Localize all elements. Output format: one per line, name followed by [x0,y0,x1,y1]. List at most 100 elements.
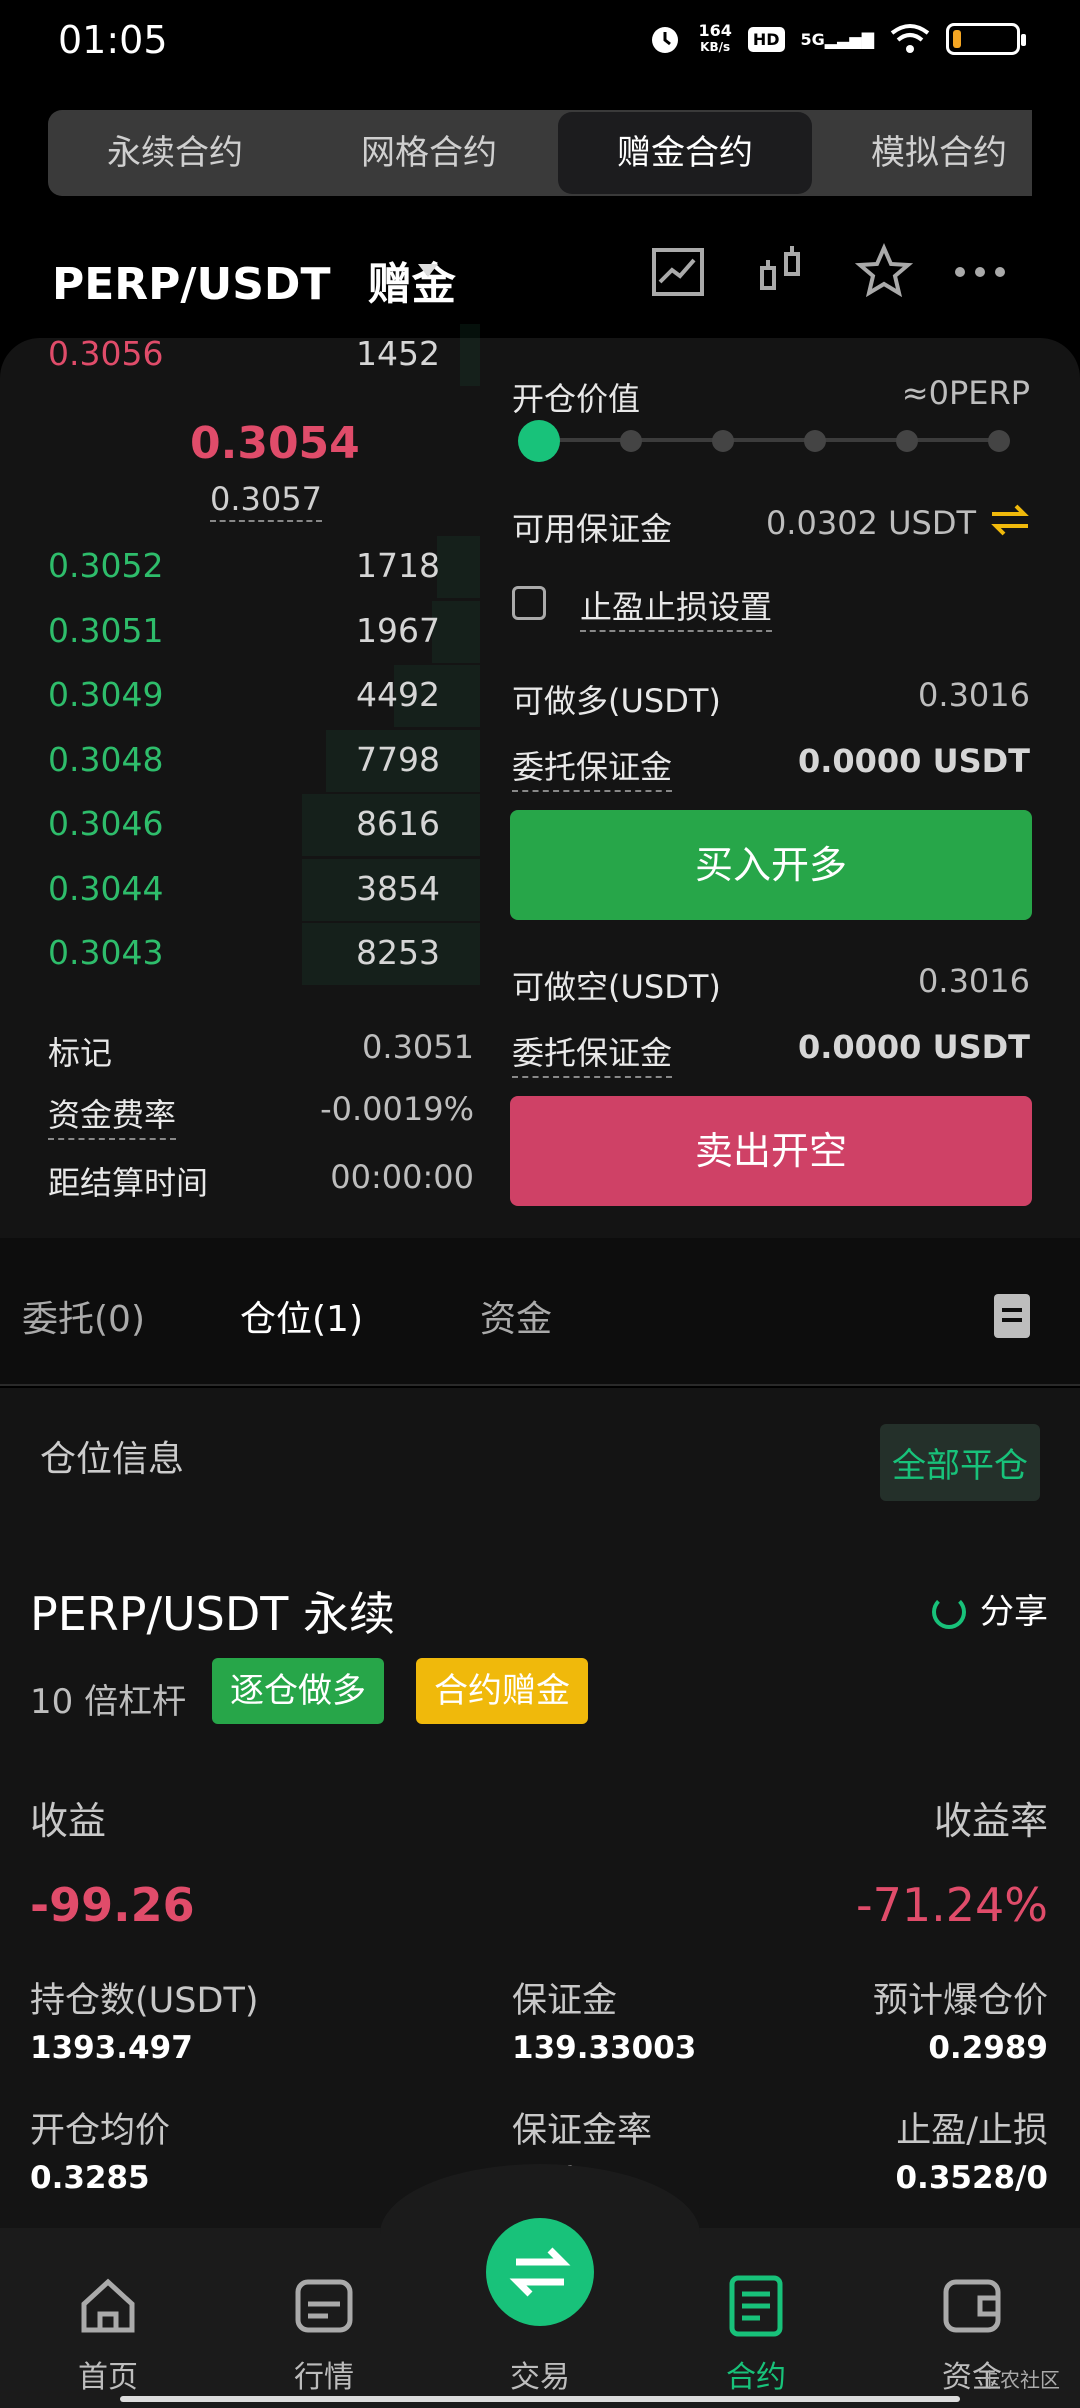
pair-name: PERP/USDT [52,259,331,310]
watermark: 卡农社区 [980,2368,1060,2392]
bid-row[interactable]: 0.3049 4492 [0,663,480,729]
bid-depth-bar [437,536,480,598]
contract-name: PERP/USDT 永续 [30,1587,396,1641]
mark-label: 标记 [48,1034,113,1072]
bid-qty: 8253 [356,933,440,972]
document-icon[interactable] [994,1294,1030,1338]
contract-icon [729,2275,783,2337]
nav-home-label: 首页 [78,2360,138,2395]
battery-level [953,30,961,48]
bid-row[interactable]: 0.3052 1718 [0,534,480,600]
slider-step[interactable] [712,430,734,452]
tpsl-checkbox[interactable] [512,586,546,620]
share-icon [932,1595,966,1629]
bid-price: 0.3043 [48,933,164,972]
slider-step[interactable] [804,430,826,452]
chart-icon[interactable] [648,242,708,302]
caret-down-icon[interactable] [418,264,438,277]
ask-depth-bar [460,324,480,386]
bid-row[interactable]: 0.3048 7798 [0,728,480,794]
position-panel: 仓位信息 全部平仓 PERP/USDT 永续 分享 10 倍杠杆 逐仓做多 合约… [0,1388,1080,2248]
close-all-button[interactable]: 全部平仓 [880,1424,1040,1501]
tab-positions[interactable]: 仓位(1) [240,1290,363,1342]
bid-price: 0.3052 [48,546,164,585]
signal-icon: 5G▂▃▅▇ [800,29,874,49]
bid-row[interactable]: 0.3044 3854 [0,857,480,923]
bonus-badge: 合约赠金 [416,1658,588,1724]
candlestick-icon[interactable] [752,242,812,302]
buy-long-button[interactable]: 买入开多 [510,810,1032,920]
share-label: 分享 [980,1592,1048,1632]
short-margin-label[interactable]: 委托保证金 [512,1028,673,1078]
side-badge: 逐仓做多 [212,1658,384,1724]
network-type: 5G [800,29,825,49]
pair-selector[interactable]: PERP/USDT 赠金 [52,248,456,312]
transfer-icon[interactable] [988,500,1032,540]
nav-trade[interactable]: 交易 [432,2218,648,2408]
slider-step[interactable] [988,430,1010,452]
pair-header: PERP/USDT 赠金 [0,230,1080,314]
sell-short-button[interactable]: 卖出开空 [510,1096,1032,1206]
wifi-icon [890,24,930,53]
short-available-label: 可做空(USDT) [512,968,721,1006]
nav-market-label: 行情 [294,2360,354,2395]
available-margin-value: 0.0302 USDT [765,504,976,542]
long-margin-value: 0.0000 USDT [797,742,1030,780]
bid-row[interactable]: 0.3043 8253 [0,921,480,987]
mark-value: 0.3051 [362,1028,474,1066]
tab-funds[interactable]: 资金 [480,1290,552,1342]
slider-step[interactable] [896,430,918,452]
size-value: 1393.497 [30,2030,193,2066]
mark-price[interactable]: 0.3057 [210,480,322,522]
slider-knob[interactable] [518,420,560,462]
status-time: 01:05 [58,18,168,62]
tab-orders[interactable]: 委托(0) [22,1290,145,1342]
home-icon [81,2278,135,2333]
tab-perpetual[interactable]: 永续合约 [48,110,302,196]
tab-bonus[interactable]: 赠金合约 [558,112,812,194]
bid-qty: 4492 [356,675,440,714]
margin-value: 139.33003 [512,2030,697,2066]
share-button[interactable]: 分享 [932,1584,1048,1633]
settle-time-label: 距结算时间 [48,1164,209,1202]
nav-market[interactable]: 行情 [216,2228,432,2408]
contract-type-tabs: 永续合约 网格合约 赠金合约 模拟合约 [48,110,1032,196]
long-available-value: 0.3016 [918,676,1030,714]
home-indicator[interactable] [120,2396,960,2402]
trade-button[interactable] [486,2218,594,2326]
ask-row[interactable]: 0.3056 1452 [0,322,480,388]
tpsl-settings-label[interactable]: 止盈止损设置 [580,582,773,632]
net-speed: 164 KB/s [698,22,731,56]
bottom-nav: 首页 行情 交易 合约 资金 [0,2164,1080,2408]
short-available-value: 0.3016 [918,962,1030,1000]
leverage-slider-track[interactable] [538,438,1002,442]
available-margin-label: 可用保证金 [512,510,673,548]
funding-rate-label[interactable]: 资金费率 [48,1090,177,1140]
bid-row[interactable]: 0.3046 8616 [0,792,480,858]
swap-icon [509,2247,571,2297]
short-margin-value: 0.0000 USDT [797,1028,1030,1066]
trading-panel: 0.3056 1452 0.3054 0.3057 0.3052 1718 0.30… [0,324,1080,1238]
ask-qty: 1452 [356,334,440,373]
bid-qty: 7798 [356,739,440,779]
bid-row[interactable]: 0.3051 1967 [0,599,480,665]
margin-ratio-label: 保证金率 [512,2111,653,2151]
status-icons: 164 KB/s HD 5G▂▃▅▇ [648,22,1026,56]
tab-grid[interactable]: 网格合约 [302,110,556,196]
long-available-label: 可做多(USDT) [512,682,721,720]
status-bar: 01:05 164 KB/s HD 5G▂▃▅▇ [0,0,1080,80]
bid-price: 0.3051 [48,610,164,650]
alarm-icon [652,27,679,53]
nav-contract[interactable]: 合约 [648,2228,864,2408]
nav-home[interactable]: 首页 [0,2228,216,2408]
more-icon[interactable] [950,242,1010,302]
bid-qty: 8616 [356,804,440,843]
long-margin-label[interactable]: 委托保证金 [512,742,673,792]
tab-demo[interactable]: 模拟合约 [812,110,1032,196]
nav-contract-label: 合约 [726,2360,786,2395]
funding-rate-value: -0.0019% [320,1090,474,1128]
settle-time-value: 00:00:00 [330,1158,474,1196]
star-icon[interactable] [854,242,914,302]
battery-icon [946,23,1026,55]
slider-step[interactable] [620,430,642,452]
